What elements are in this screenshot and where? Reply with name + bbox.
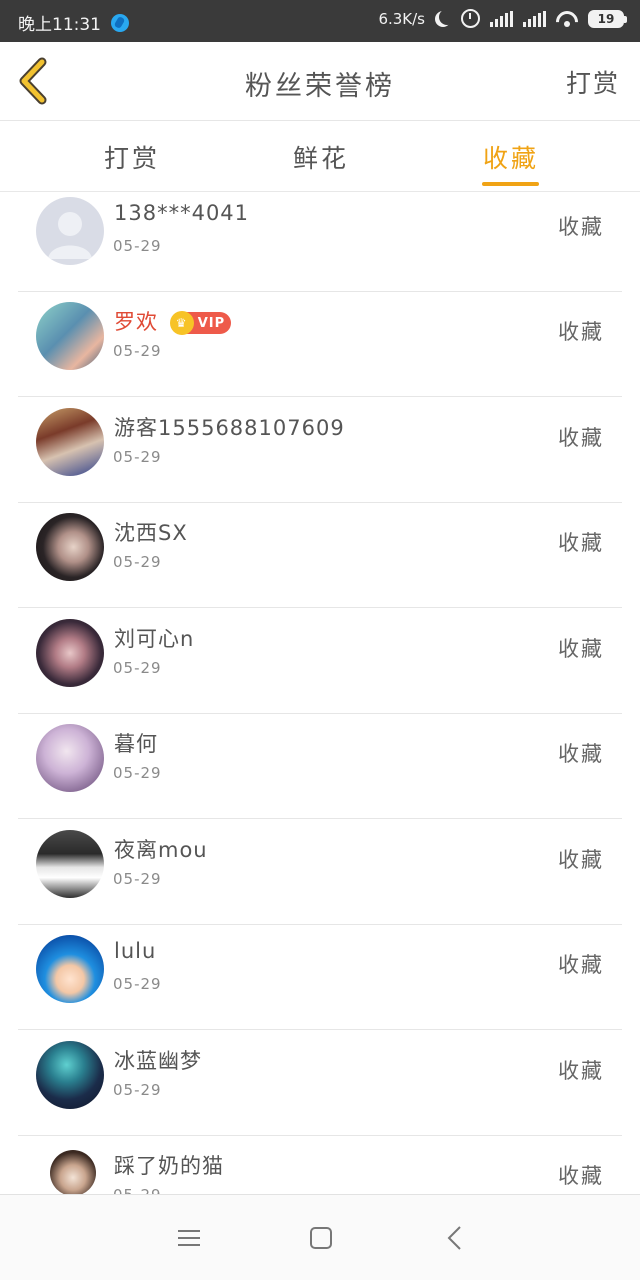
user-name[interactable]: 踩了奶的猫 xyxy=(114,1150,224,1180)
menu-button[interactable] xyxy=(174,1223,204,1253)
user-name[interactable]: 罗欢 ♛ VIP xyxy=(114,306,232,336)
user-date: 05-29 xyxy=(113,342,162,360)
list-item[interactable]: 沈西SX 05-29 收藏 xyxy=(0,503,640,608)
user-name[interactable]: 冰蓝幽梦 xyxy=(114,1045,202,1075)
list-item[interactable]: lulu 05-29 收藏 xyxy=(0,925,640,1030)
fan-list[interactable]: 138***4041 05-29 收藏 罗欢 ♛ VIP 05-29 收藏 游客… xyxy=(0,192,640,1194)
avatar[interactable] xyxy=(36,408,104,476)
tab-reward[interactable]: 打赏 xyxy=(104,139,160,175)
avatar[interactable] xyxy=(36,830,104,898)
avatar[interactable] xyxy=(50,1150,96,1194)
menu-icon xyxy=(178,1230,200,1246)
crown-icon: ♛ xyxy=(169,311,194,335)
user-name-text: 罗欢 xyxy=(114,310,158,334)
list-item[interactable]: 138***4041 05-29 收藏 xyxy=(0,192,640,292)
action-label: 收藏 xyxy=(558,1164,604,1188)
vip-label: VIP xyxy=(197,315,226,331)
list-item[interactable]: 冰蓝幽梦 05-29 收藏 xyxy=(0,1031,640,1136)
system-nav-bar xyxy=(0,1194,640,1280)
action-label: 收藏 xyxy=(558,953,604,977)
action-label: 收藏 xyxy=(558,742,604,766)
active-tab-indicator xyxy=(482,182,539,186)
back-triangle-icon xyxy=(447,1226,461,1250)
user-date: 05-29 xyxy=(113,448,162,466)
action-label: 收藏 xyxy=(558,215,604,239)
user-date: 05-29 xyxy=(113,975,162,993)
signal-icon xyxy=(490,10,513,27)
list-item[interactable]: 罗欢 ♛ VIP 05-29 收藏 xyxy=(0,292,640,397)
header: 粉丝荣誉榜 打赏 xyxy=(0,42,640,121)
user-name[interactable]: 刘可心n xyxy=(114,623,194,653)
signal-icon-2 xyxy=(523,10,546,27)
avatar[interactable] xyxy=(36,302,104,370)
page-title: 粉丝荣誉榜 xyxy=(245,71,395,102)
vip-badge: ♛ VIP xyxy=(169,311,232,335)
tab-favorites[interactable]: 收藏 xyxy=(483,139,539,175)
status-bar: 晚上11:31 6.3K/s 19 xyxy=(0,0,640,42)
action-label: 收藏 xyxy=(558,531,604,555)
user-name[interactable]: 夜离mou xyxy=(114,834,208,864)
list-item[interactable]: 踩了奶的猫 05-29 收藏 xyxy=(0,1136,640,1194)
moon-icon xyxy=(439,9,455,25)
avatar[interactable] xyxy=(36,1041,104,1109)
battery-level: 19 xyxy=(597,11,615,26)
user-name[interactable]: 暮何 xyxy=(114,728,158,758)
user-date: 05-29 xyxy=(113,237,162,255)
user-date: 05-29 xyxy=(113,1081,162,1099)
tab-bar: 打赏 鲜花 收藏 xyxy=(0,121,640,192)
action-label: 收藏 xyxy=(558,320,604,344)
list-item[interactable]: 夜离mou 05-29 收藏 xyxy=(0,820,640,925)
battery-icon: 19 xyxy=(588,9,627,28)
avatar[interactable] xyxy=(36,513,104,581)
action-label: 收藏 xyxy=(558,1059,604,1083)
status-time: 晚上11:31 xyxy=(18,15,101,35)
divider xyxy=(18,818,622,819)
user-name[interactable]: lulu xyxy=(114,939,156,963)
square-home-icon xyxy=(310,1227,332,1249)
action-label: 收藏 xyxy=(558,848,604,872)
avatar[interactable] xyxy=(36,724,104,792)
divider xyxy=(18,1029,622,1030)
nav-back-button[interactable] xyxy=(440,1223,470,1253)
user-name[interactable]: 沈西SX xyxy=(114,517,188,547)
user-name[interactable]: 138***4041 xyxy=(114,201,249,225)
reward-button[interactable]: 打赏 xyxy=(566,64,620,100)
user-date: 05-29 xyxy=(113,659,162,677)
action-label: 收藏 xyxy=(558,426,604,450)
user-date: 05-29 xyxy=(113,553,162,571)
user-name[interactable]: 游客1555688107609 xyxy=(114,412,345,442)
list-item[interactable]: 暮何 05-29 收藏 xyxy=(0,714,640,819)
app-notification-icon xyxy=(111,13,129,32)
avatar[interactable] xyxy=(36,935,104,1003)
list-item[interactable]: 刘可心n 05-29 收藏 xyxy=(0,609,640,714)
user-date: 05-29 xyxy=(113,870,162,888)
divider xyxy=(18,396,622,397)
user-date: 05-29 xyxy=(113,764,162,782)
avatar[interactable] xyxy=(36,197,104,265)
user-date: 05-29 xyxy=(113,1186,162,1194)
avatar[interactable] xyxy=(36,619,104,687)
list-item[interactable]: 游客1555688107609 05-29 收藏 xyxy=(0,398,640,503)
action-label: 收藏 xyxy=(558,637,604,661)
wifi-icon xyxy=(556,11,578,27)
screen: 晚上11:31 6.3K/s 19 粉丝荣誉榜 打赏 打赏 鲜花 收藏 138*… xyxy=(0,0,640,1280)
divider xyxy=(18,607,622,608)
home-button[interactable] xyxy=(306,1223,336,1253)
alarm-icon xyxy=(461,9,480,28)
default-user-icon xyxy=(48,212,92,259)
tab-flowers[interactable]: 鲜花 xyxy=(293,139,349,175)
net-speed: 6.3K/s xyxy=(378,9,425,28)
